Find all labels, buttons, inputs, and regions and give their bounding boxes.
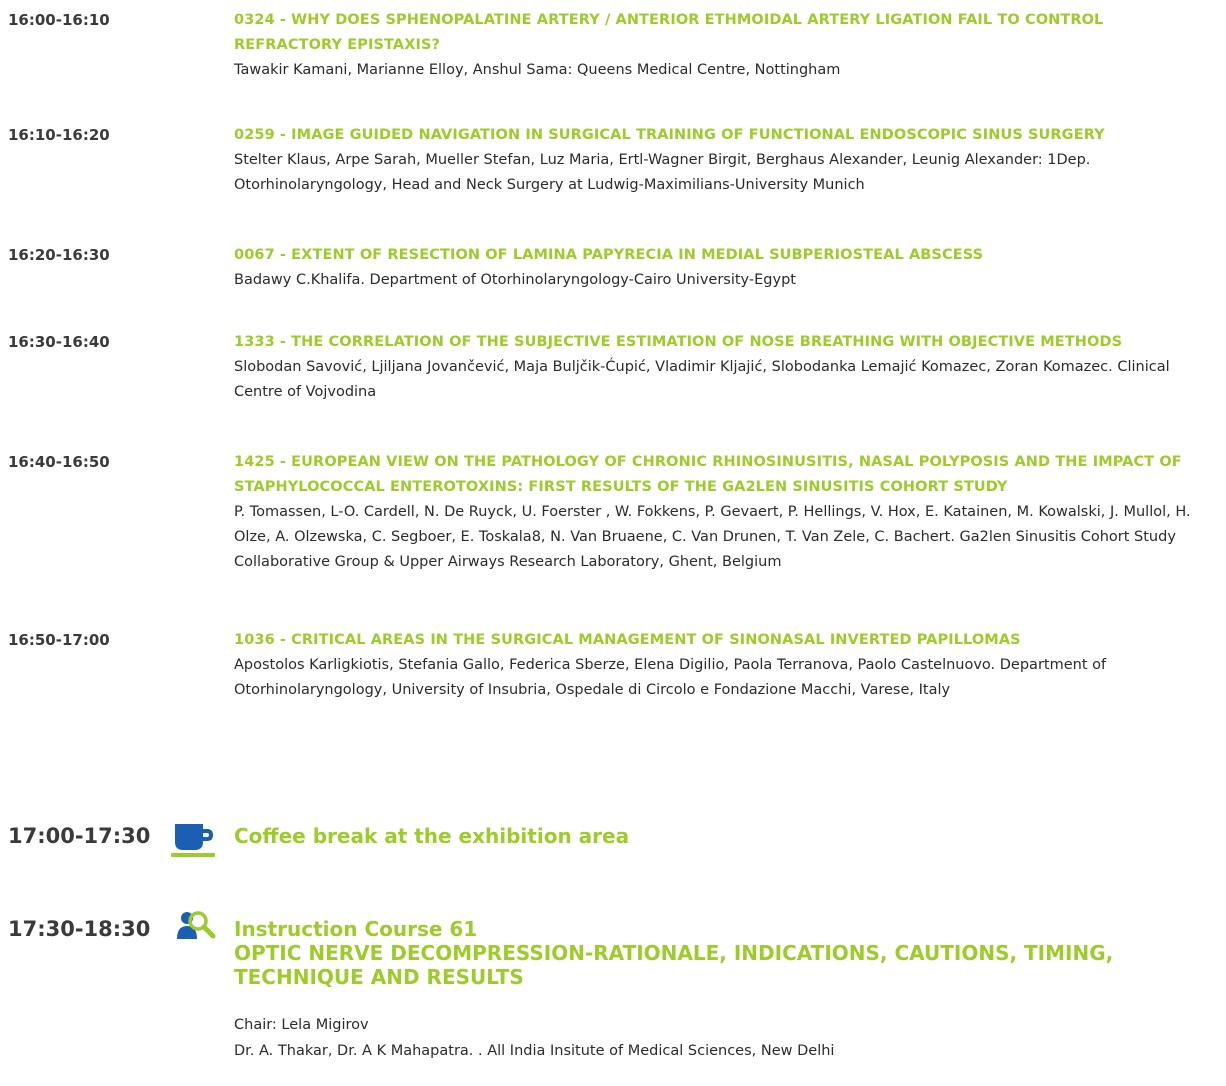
talk-authors: Stelter Klaus, Arpe Sarah, Mueller Stefa… [234,152,1091,193]
talk-time: 16:10-16:20 [8,126,110,144]
course-title: Instruction Course 61 [234,917,478,941]
course-speakers: Dr. A. Thakar, Dr. A K Mahapatra. . All … [234,1043,835,1059]
talk-authors: Apostolos Karligkiotis, Stefania Gallo, … [234,657,1107,698]
talk-time: 16:00-16:10 [8,11,110,29]
instruction-course-icon [176,909,218,947]
course-chair-block: Chair: Lela Migirov Dr. A. Thakar, Dr. A… [234,1012,1194,1064]
talk-authors: P. Tomassen, L-O. Cardell, N. De Ruyck, … [234,504,1191,570]
talk-title: 1036 - CRITICAL AREAS IN THE SURGICAL MA… [234,632,1021,648]
course-chair: Chair: Lela Migirov [234,1017,369,1033]
talk-title: 0067 - EXTENT OF RESECTION OF LAMINA PAP… [234,247,984,263]
talk-time: 16:20-16:30 [8,246,110,264]
talk-title: 0259 - IMAGE GUIDED NAVIGATION IN SURGIC… [234,127,1105,143]
talk-time: 16:40-16:50 [8,453,110,471]
talk-time: 16:50-17:00 [8,631,110,649]
talk-title: 1333 - THE CORRELATION OF THE SUBJECTIVE… [234,334,1123,350]
talk-title: 1425 - EUROPEAN VIEW ON THE PATHOLOGY OF… [234,454,1182,495]
course-time: 17:30-18:30 [8,917,151,941]
coffee-cup-icon [171,822,217,862]
talk-authors: Badawy C.Khalifa. Department of Otorhino… [234,272,796,288]
talk-authors: Tawakir Kamani, Marianne Elloy, Anshul S… [234,62,841,78]
course-subtitle: OPTIC NERVE DECOMPRESSION-RATIONALE, IND… [234,941,1114,989]
course-title-block: Instruction Course 61 OPTIC NERVE DECOMP… [234,917,1194,989]
coffee-break-time: 17:00-17:30 [8,824,151,848]
coffee-break-title: Coffee break at the exhibition area [234,824,630,848]
talk-authors: Slobodan Savović, Ljiljana Jovančević, M… [234,359,1170,400]
talk-title: 0324 - WHY DOES SPHENOPALATINE ARTERY / … [234,12,1104,53]
talk-time: 16:30-16:40 [8,333,110,351]
